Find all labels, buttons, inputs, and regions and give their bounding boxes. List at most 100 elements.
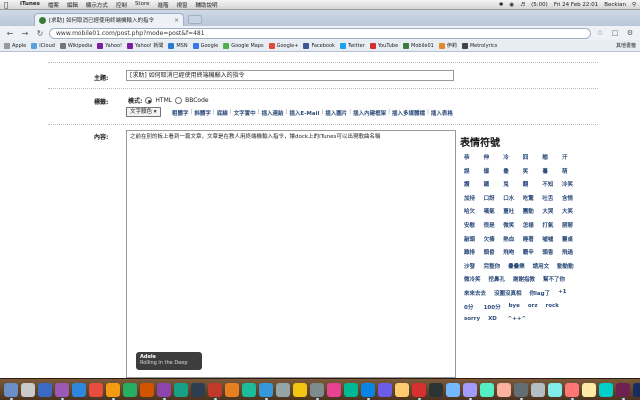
dock-app-icon[interactable] (616, 382, 630, 400)
menu-item[interactable]: 控制 (112, 1, 131, 9)
emoticon-link[interactable]: orz (528, 303, 546, 311)
emoticon-link[interactable]: 霸辛 (523, 248, 543, 256)
emoticon-link[interactable]: 加持 (464, 194, 484, 202)
menu-item[interactable]: Store (131, 1, 154, 9)
format-link[interactable]: 插入圖片 (325, 109, 347, 117)
bookmark-item[interactable]: Twitter (339, 42, 365, 49)
emoticon-link[interactable]: 完整你 (484, 262, 509, 270)
emoticon-link[interactable]: 嘆氣 (484, 207, 504, 215)
dock-app-icon[interactable] (55, 382, 69, 400)
dock-app-icon[interactable] (361, 382, 375, 400)
dock-app-icon[interactable] (157, 382, 171, 400)
emoticon-link[interactable]: 含情 (562, 194, 582, 202)
emoticon-link[interactable]: 挖鼻孔 (489, 275, 514, 283)
bookmark-item[interactable]: 伊莉 (438, 42, 457, 49)
dock-app-icon[interactable] (565, 382, 579, 400)
bookmark-item[interactable]: Google+ (268, 42, 298, 49)
emoticon-link[interactable]: 笑 (523, 167, 543, 175)
dock-app-icon[interactable] (531, 382, 545, 397)
dock-app-icon[interactable] (242, 382, 256, 397)
format-link[interactable]: 插入多媒體檔 (392, 109, 425, 117)
emoticon-link[interactable]: 很是 (484, 221, 504, 229)
emoticon-link[interactable]: 鐵 (484, 180, 504, 188)
clock[interactable]: Fri 24 Feb 22:01 (554, 2, 598, 8)
dock-app-icon[interactable] (310, 382, 324, 400)
format-link[interactable]: 文字置中 (234, 109, 256, 117)
bookmark-item[interactable]: Wikipedia (59, 42, 92, 49)
menu-item[interactable]: 編輯 (63, 1, 82, 9)
emoticon-link[interactable]: 吃驚 (523, 194, 543, 202)
emoticon-link[interactable]: rock (546, 303, 567, 311)
bookmark-item[interactable]: YouTube (369, 42, 398, 49)
format-link[interactable]: 插入內建框架 (353, 109, 386, 117)
format-link[interactable]: 插入E-Mail (289, 109, 319, 117)
format-link[interactable]: 插入表格 (431, 109, 453, 117)
emoticon-link[interactable]: 欠揍 (484, 235, 504, 243)
emoticon-link[interactable]: 噩吐 (503, 207, 523, 215)
page-menu-icon[interactable]: □ (609, 28, 621, 39)
dock-app-icon[interactable] (378, 382, 392, 397)
emoticon-link[interactable]: 你lag了 (530, 289, 559, 297)
dock-app-icon[interactable] (293, 382, 307, 397)
forward-arrow-icon[interactable]: → (19, 28, 31, 39)
emoticon-link[interactable]: 怎樣 (523, 221, 543, 229)
dock-app-icon[interactable] (208, 382, 222, 400)
emoticon-link[interactable]: 兎 (503, 180, 523, 188)
emoticon-link[interactable]: 頭香 (542, 248, 562, 256)
dock-app-icon[interactable] (344, 382, 358, 397)
wifi-icon[interactable]: ◉ (509, 2, 514, 8)
dock-app-icon[interactable] (89, 382, 103, 397)
emoticon-link[interactable]: 安慰 (464, 221, 484, 229)
format-link[interactable]: 斜體字 (194, 109, 211, 117)
emoticon-link[interactable]: +1 (558, 289, 578, 297)
dock-app-icon[interactable] (412, 382, 426, 400)
emoticon-link[interactable]: bye (509, 303, 528, 311)
bookmark-item[interactable]: MSN (168, 42, 188, 49)
emoticon-link[interactable]: 翹 (542, 153, 562, 161)
star-icon[interactable]: ☆ (594, 28, 606, 39)
emoticon-link[interactable]: 大笑 (562, 207, 582, 215)
emoticon-link[interactable]: 爆 (484, 167, 504, 175)
dock-app-icon[interactable] (327, 382, 341, 397)
bookmark-item[interactable]: Mobile01 (403, 42, 434, 49)
emoticon-link[interactable]: 幫不了你 (543, 275, 573, 283)
new-tab-button[interactable] (188, 15, 202, 24)
address-bar[interactable]: www.mobile01.com/post.php?mode=post&f=48… (49, 27, 591, 39)
dock-app-icon[interactable] (4, 382, 18, 400)
emoticon-link[interactable]: 讚 (464, 180, 484, 188)
dock-app-icon[interactable] (276, 382, 290, 397)
dock-app-icon[interactable] (548, 382, 562, 397)
other-bookmarks[interactable]: 其他書籤 (616, 42, 636, 49)
emoticon-link[interactable]: 飛吻 (503, 248, 523, 256)
emoticon-link[interactable]: 囧 (523, 153, 543, 161)
wrench-icon[interactable]: ⚙ (624, 28, 636, 39)
volume-icon[interactable]: ♬ (520, 2, 525, 8)
emoticon-link[interactable]: 噓噓 (542, 235, 562, 243)
emoticon-link[interactable]: 汗 (562, 153, 582, 161)
emoticon-link[interactable]: 誤 (464, 167, 484, 175)
dock-app-icon[interactable] (446, 382, 460, 397)
emoticon-link[interactable]: 吐舌 (542, 194, 562, 202)
bookmark-item[interactable]: Metrolyrics (461, 42, 497, 49)
emoticon-link[interactable]: 100分 (484, 303, 509, 311)
emoticon-link[interactable]: 微笑 (503, 221, 523, 229)
html-radio[interactable] (145, 97, 153, 104)
emoticon-link[interactable]: 飛過 (562, 248, 582, 256)
menu-item[interactable]: 顯示方式 (82, 1, 112, 9)
menu-item[interactable]: 視窗 (173, 1, 192, 9)
emoticon-link[interactable]: 掰掰 (562, 221, 582, 229)
emoticon-link[interactable]: 敲頭 (464, 235, 484, 243)
dock-app-icon[interactable] (395, 382, 409, 397)
menu-item[interactable]: 檔案 (44, 1, 63, 9)
apple-menu-icon[interactable]:  (4, 1, 16, 9)
dock-app-icon[interactable] (463, 382, 477, 400)
bookmark-item[interactable]: iCloud (31, 42, 55, 49)
dock-app-icon[interactable] (514, 382, 528, 400)
dock-app-icon[interactable] (633, 382, 640, 397)
emoticon-link[interactable]: 萌 (562, 167, 582, 175)
bluetooth-icon[interactable]: ✱ (499, 2, 504, 8)
emoticon-link[interactable]: 哈欠 (464, 207, 484, 215)
emoticon-link[interactable]: 睡著 (523, 235, 543, 243)
emoticon-link[interactable]: 口水 (503, 194, 523, 202)
emoticon-link[interactable]: 冷笑 (562, 180, 582, 188)
